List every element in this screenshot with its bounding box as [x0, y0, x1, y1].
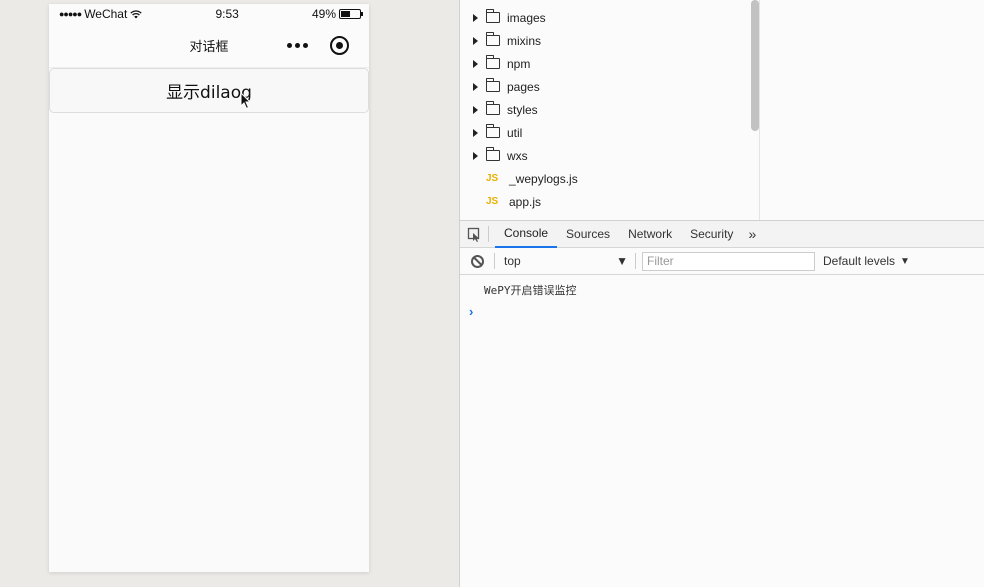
- folder-icon: [486, 147, 500, 161]
- file-tree: images mixins npm pages styles util wxs JS _wepy…: [460, 0, 984, 221]
- tree-item-label: pages: [507, 79, 540, 94]
- wifi-icon: [130, 9, 142, 18]
- devtools-panel: images mixins npm pages styles util wxs JS _wepy…: [459, 0, 984, 587]
- tree-file[interactable]: JS app.js: [460, 190, 760, 213]
- context-label: top: [504, 254, 521, 268]
- signal-icon: ●●●●●: [59, 9, 82, 19]
- battery-icon: [339, 9, 363, 19]
- battery-percent: 49%: [311, 7, 336, 21]
- console-filter-bar: top ▼ Default levels ▼: [460, 248, 984, 275]
- folder-icon: [486, 78, 500, 92]
- more-tabs-icon[interactable]: »: [742, 226, 762, 242]
- filter-separator: [635, 253, 636, 269]
- caret-right-icon[interactable]: [473, 105, 478, 114]
- folder-icon: [486, 124, 500, 138]
- tree-folder[interactable]: images: [460, 6, 760, 29]
- tab-sources[interactable]: Sources: [557, 221, 619, 248]
- console-prompt-icon[interactable]: ›: [460, 298, 984, 319]
- console-output: WePY开启错误监控: [460, 275, 984, 298]
- levels-label: Default levels: [823, 254, 896, 268]
- caret-right-icon[interactable]: [473, 59, 478, 68]
- battery-fill: [341, 11, 350, 17]
- tree-file[interactable]: JS _wepylogs.js: [460, 167, 760, 190]
- clear-console-icon[interactable]: [460, 254, 494, 268]
- tree-folder[interactable]: pages: [460, 75, 760, 98]
- tree-item-label: mixins: [507, 33, 542, 48]
- caret-right-icon[interactable]: [473, 128, 478, 137]
- js-file-icon: JS: [486, 173, 499, 184]
- folder-icon: [486, 32, 500, 46]
- status-time: 9:53: [215, 7, 239, 21]
- tree-item-label: styles: [507, 102, 538, 117]
- caret-right-icon[interactable]: [473, 82, 478, 91]
- devtools-toolbar: Console Sources Network Security »: [460, 221, 984, 248]
- log-levels-select[interactable]: Default levels ▼: [823, 254, 910, 268]
- tab-security[interactable]: Security: [681, 221, 742, 248]
- context-select[interactable]: top ▼: [495, 254, 635, 268]
- tab-console[interactable]: Console: [495, 221, 558, 248]
- tree-item-label: npm: [507, 56, 531, 71]
- tree-folder[interactable]: mixins: [460, 29, 760, 52]
- inspect-element-icon[interactable]: [460, 221, 488, 248]
- folder-icon: [486, 55, 500, 69]
- tree-folder[interactable]: npm: [460, 52, 760, 75]
- caret-right-icon[interactable]: [473, 13, 478, 22]
- page-title: 对话框: [189, 40, 229, 55]
- status-bar: ●●●●● WeChat 9:53 49%: [49, 4, 369, 24]
- tree-item-label: _wepylogs.js: [509, 171, 578, 186]
- console-message: WePY开启错误监控: [484, 284, 577, 297]
- filter-input[interactable]: [642, 251, 815, 271]
- tree-item-label: util: [507, 125, 523, 140]
- navigation-bar: 对话框: [49, 24, 369, 68]
- folder-icon: [486, 101, 500, 115]
- tree-list: images mixins npm pages styles util wxs JS _wepy…: [460, 6, 760, 213]
- tree-item-label: wxs: [507, 148, 528, 163]
- carrier-label: WeChat: [84, 7, 128, 21]
- folder-icon: [486, 9, 500, 23]
- tree-divider: [759, 0, 760, 220]
- mouse-cursor-icon: [240, 92, 252, 110]
- js-file-icon: JS: [486, 196, 499, 207]
- tree-folder[interactable]: styles: [460, 98, 760, 121]
- tree-folder[interactable]: util: [460, 121, 760, 144]
- tree-folder[interactable]: wxs: [460, 144, 760, 167]
- caret-right-icon[interactable]: [473, 36, 478, 45]
- caret-right-icon[interactable]: [473, 151, 478, 160]
- chevron-down-icon: ▼: [900, 255, 910, 267]
- capsule-menu: [287, 36, 349, 55]
- tab-network[interactable]: Network: [619, 221, 681, 248]
- tree-scrollbar[interactable]: [751, 0, 759, 131]
- more-icon[interactable]: [287, 43, 308, 48]
- show-dialog-button[interactable]: 显示dilaog: [49, 68, 369, 113]
- close-miniprogram-icon[interactable]: [330, 36, 349, 55]
- chevron-down-icon: ▼: [616, 254, 628, 268]
- tree-item-label: app.js: [509, 194, 542, 209]
- phone-simulator: ●●●●● WeChat 9:53 49% 对话框 显示dilaog: [49, 4, 369, 572]
- tree-item-label: images: [507, 10, 546, 25]
